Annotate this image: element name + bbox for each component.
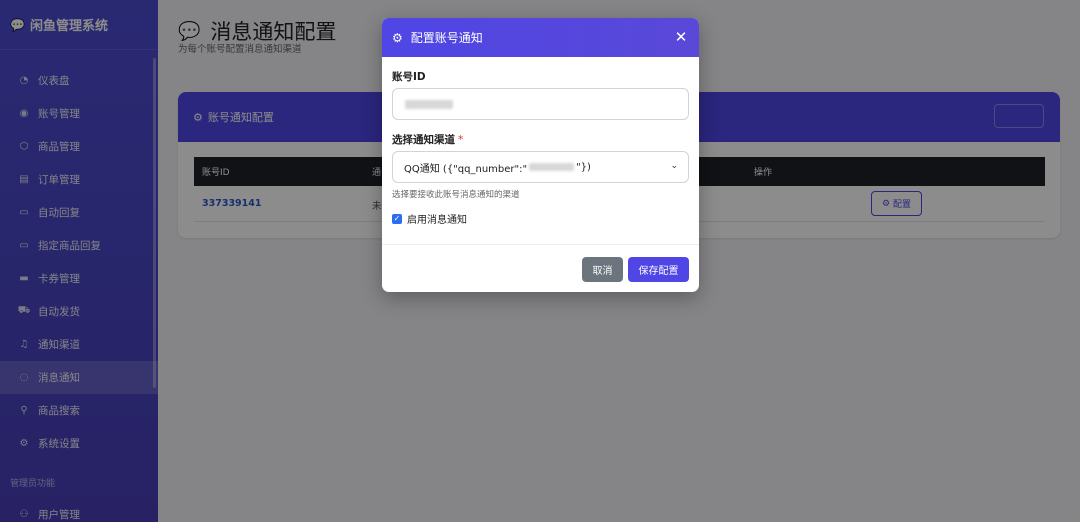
- enable-notify-label: 启用消息通知: [407, 215, 467, 226]
- modal-footer: 取消 保存配置: [382, 244, 699, 292]
- modal-header: ⚙ 配置账号通知 ✕: [382, 18, 699, 57]
- redacted-value: [529, 163, 575, 171]
- modal-title: 配置账号通知: [410, 31, 483, 45]
- required-mark: *: [458, 134, 464, 146]
- channel-hint: 选择要接收此账号消息通知的渠道: [392, 190, 520, 200]
- gear-icon: ⚙: [392, 30, 403, 45]
- cancel-button[interactable]: 取消: [582, 257, 623, 282]
- close-icon[interactable]: ✕: [672, 27, 690, 47]
- account-id-field[interactable]: [392, 88, 689, 120]
- configure-notify-modal: ⚙ 配置账号通知 ✕ 账号ID 选择通知渠道 * QQ通知 ({"qq_numbe…: [382, 18, 699, 292]
- account-id-label: 账号ID: [392, 71, 426, 83]
- save-button[interactable]: 保存配置: [628, 257, 689, 282]
- chevron-down-icon: ⌄: [670, 161, 678, 171]
- channel-label: 选择通知渠道 *: [392, 134, 464, 146]
- checkmark-icon[interactable]: ✓: [392, 213, 402, 224]
- redacted-value: [405, 100, 453, 109]
- channel-select[interactable]: QQ通知 ({"qq_number":" "}) ⌄: [392, 151, 689, 183]
- enable-notify-checkbox[interactable]: ✓ 启用消息通知: [392, 211, 467, 226]
